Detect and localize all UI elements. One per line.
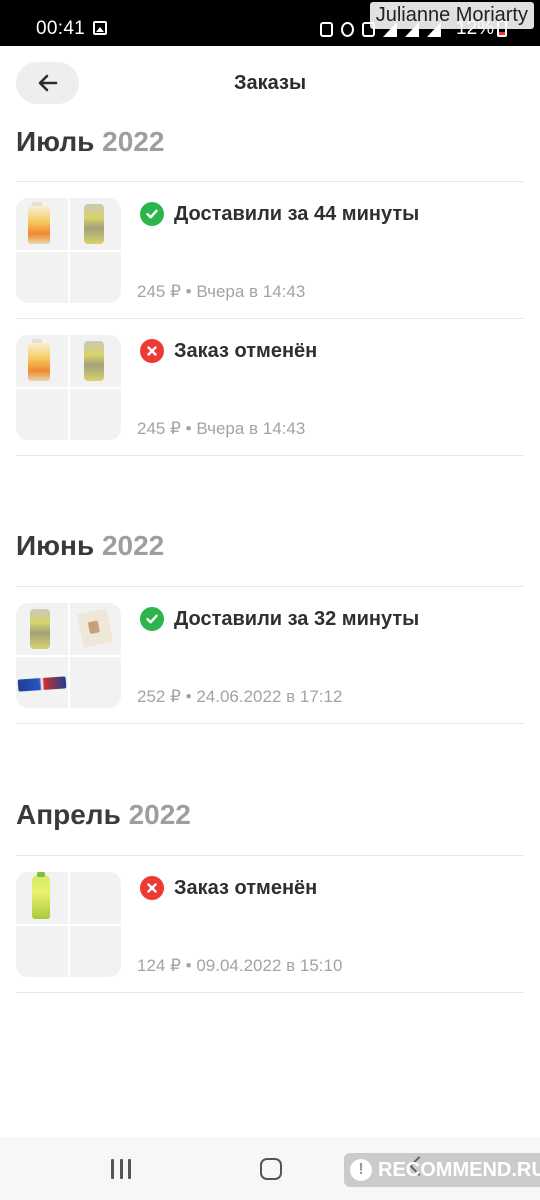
alarm-icon: [341, 21, 354, 37]
section-title-april: Апрель 2022: [16, 799, 191, 831]
watermark-logo: ! RECOMMEND.RU: [344, 1153, 540, 1187]
order-meta: 245 ₽ • Вчера в 14:43: [137, 282, 305, 302]
order-item[interactable]: Заказ отменён 124 ₽ • 09.04.2022 в 15:10: [16, 856, 524, 992]
product-thumb-juice: [16, 198, 68, 250]
home-icon[interactable]: [260, 1158, 282, 1180]
order-item[interactable]: Доставили за 44 минуты 245 ₽ • Вчера в 1…: [16, 182, 524, 318]
product-thumb-can: [16, 603, 68, 655]
product-thumb-bottle: [16, 872, 68, 924]
section-title-july: Июль 2022: [16, 126, 164, 158]
order-meta: 252 ₽ • 24.06.2022 в 17:12: [137, 687, 342, 707]
order-item[interactable]: Заказ отменён 245 ₽ • Вчера в 14:43: [16, 319, 524, 455]
section-year: 2022: [101, 530, 165, 561]
order-status-text: Доставили за 32 минуты: [174, 607, 420, 630]
section-title-june: Июнь 2022: [16, 530, 164, 562]
order-item[interactable]: Доставили за 32 минуты 252 ₽ • 24.06.202…: [16, 587, 524, 723]
recommend-logo-icon: !: [350, 1159, 372, 1181]
product-thumb-empty: [69, 656, 121, 708]
order-price: 245 ₽: [137, 282, 181, 301]
meta-separator: •: [185, 282, 192, 301]
product-thumb-juice: [16, 335, 68, 387]
status-time: 00:41: [36, 18, 86, 39]
product-thumb-empty: [69, 388, 121, 440]
order-thumbnails: [16, 603, 121, 708]
order-price: 124 ₽: [137, 956, 181, 975]
lock-icon: [320, 21, 333, 37]
section-month: Апрель: [16, 799, 121, 830]
watermark-logo-text: RECOMMEND.RU: [378, 1158, 540, 1181]
product-thumb-empty: [16, 251, 68, 303]
divider: [16, 992, 524, 993]
order-date: 24.06.2022 в 17:12: [196, 687, 343, 706]
check-circle-icon: [140, 607, 164, 631]
order-thumbnails: [16, 872, 121, 977]
meta-separator: •: [185, 956, 192, 975]
order-status: Доставили за 32 минуты: [140, 607, 419, 631]
recents-icon[interactable]: [111, 1159, 131, 1179]
order-status: Заказ отменён: [140, 876, 317, 900]
check-circle-icon: [140, 202, 164, 226]
order-status: Доставили за 44 минуты: [140, 202, 419, 226]
order-date: Вчера в 14:43: [196, 282, 306, 301]
close-circle-icon: [140, 876, 164, 900]
product-thumb-can: [69, 335, 121, 387]
order-status-text: Заказ отменён: [174, 339, 318, 362]
section-month: Июнь: [16, 530, 95, 561]
watermark-username: Julianne Moriarty: [369, 2, 534, 29]
product-thumb-empty: [69, 251, 121, 303]
order-price: 252 ₽: [137, 687, 181, 706]
order-thumbnails: [16, 335, 121, 440]
order-status-text: Доставили за 44 минуты: [174, 202, 420, 225]
product-thumb-empty: [69, 872, 121, 924]
order-status-text: Заказ отменён: [174, 876, 318, 899]
order-meta: 245 ₽ • Вчера в 14:43: [137, 419, 305, 439]
section-year: 2022: [128, 799, 191, 830]
order-thumbnails: [16, 198, 121, 303]
product-thumb-empty: [69, 925, 121, 977]
divider: [16, 723, 524, 724]
product-thumb-pack: [69, 603, 121, 655]
meta-separator: •: [185, 687, 192, 706]
page-title: Заказы: [233, 72, 307, 94]
order-status: Заказ отменён: [140, 339, 317, 363]
order-date: 09.04.2022 в 15:10: [196, 956, 343, 975]
section-year: 2022: [102, 126, 165, 157]
section-month: Июль: [16, 126, 95, 157]
close-circle-icon: [140, 339, 164, 363]
image-notification-icon: [93, 21, 107, 35]
product-thumb-chocolate: [16, 656, 68, 708]
meta-separator: •: [185, 419, 192, 438]
product-thumb-empty: [16, 388, 68, 440]
order-price: 245 ₽: [137, 419, 181, 438]
order-meta: 124 ₽ • 09.04.2022 в 15:10: [137, 956, 342, 976]
order-date: Вчера в 14:43: [196, 419, 306, 438]
product-thumb-can: [69, 198, 121, 250]
divider: [16, 455, 524, 456]
product-thumb-empty: [16, 925, 68, 977]
